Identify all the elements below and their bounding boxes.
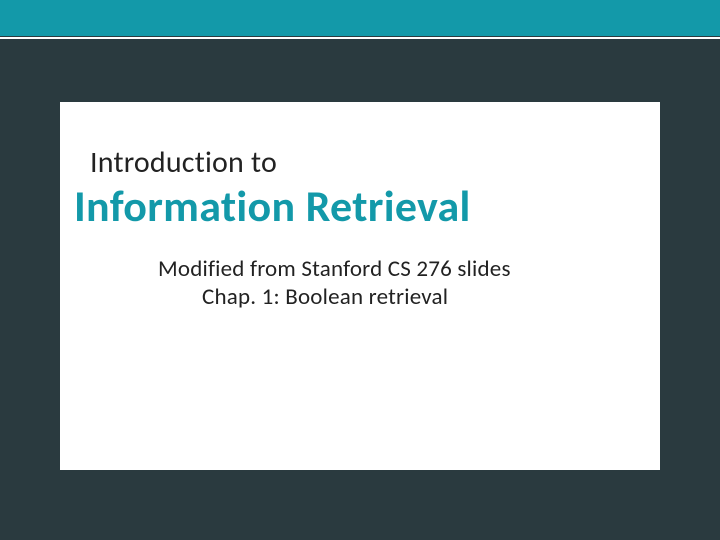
slide-subtitle-line2: Chap. 1: Boolean retrieval	[202, 283, 630, 311]
slide-subtitle-block: Modified from Stanford CS 276 slides Cha…	[158, 255, 630, 311]
header-bar	[0, 0, 720, 36]
slide-content-panel: Introduction to Information Retrieval Mo…	[60, 102, 660, 470]
slide-title: Information Retrieval	[74, 183, 630, 229]
slide-subtitle-line1: Modified from Stanford CS 276 slides	[158, 255, 630, 283]
slide-pretitle: Introduction to	[90, 144, 630, 181]
header-divider	[0, 37, 720, 39]
